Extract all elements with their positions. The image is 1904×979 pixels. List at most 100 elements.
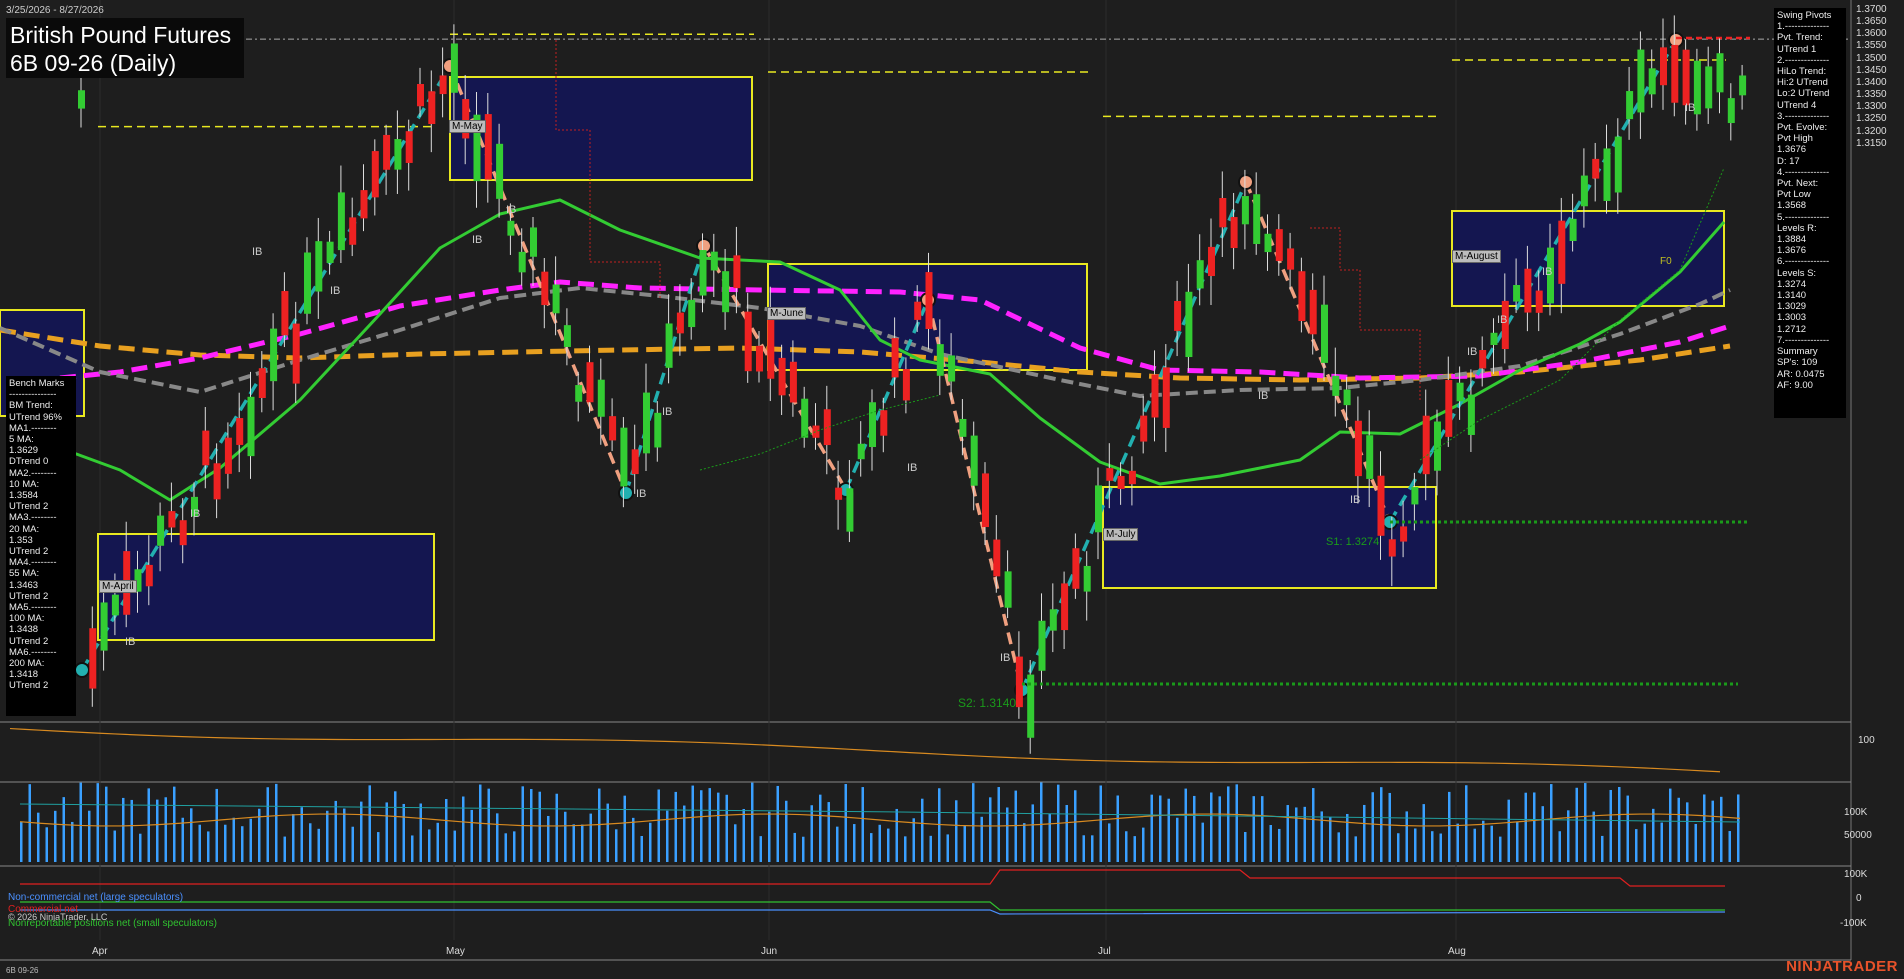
panel-line: Levels S:: [1777, 267, 1817, 279]
candle-body: [111, 594, 119, 616]
candle-body: [281, 291, 289, 336]
volume-bar: [1252, 796, 1255, 862]
panel-line: Pvt Low: [1777, 189, 1811, 201]
volume-bar: [1031, 804, 1034, 862]
volume-bar: [1363, 804, 1366, 862]
candle-body: [891, 338, 899, 378]
volume-bar: [1014, 790, 1017, 862]
candle-body: [789, 361, 797, 403]
candle-body: [914, 301, 922, 320]
volume-bar: [326, 810, 329, 862]
volume-bar: [496, 813, 499, 862]
candle-body: [925, 272, 933, 330]
panel-line: SP's: 109: [1777, 357, 1818, 369]
candle-body: [1253, 194, 1261, 244]
volume-bar: [861, 787, 864, 862]
candle-body: [744, 311, 752, 372]
volume-bar: [1652, 808, 1655, 862]
volume-bar: [156, 799, 159, 862]
candle-body: [315, 241, 323, 292]
candle-body: [767, 312, 775, 379]
time-tick-label: Jul: [1098, 946, 1111, 957]
inside-bar-label: IB: [907, 462, 918, 474]
volume-bar: [1184, 788, 1187, 862]
volume-bar: [300, 807, 303, 862]
volume-bar: [113, 830, 116, 862]
candle-body: [157, 515, 165, 546]
volume-bar: [853, 824, 856, 862]
price-tick-label: 1.3550: [1856, 40, 1887, 52]
price-chart-canvas[interactable]: [0, 0, 1904, 979]
panel-line: UTrend 2: [9, 546, 49, 558]
volume-bar: [717, 792, 720, 862]
volume-bar: [368, 785, 371, 862]
panel-line: UTrend 2: [9, 501, 49, 513]
time-tick-label: Aug: [1448, 946, 1466, 957]
volume-bar: [181, 817, 184, 862]
swing-pivot-marker: [618, 485, 634, 501]
candle-body: [439, 75, 447, 95]
candle-body: [688, 299, 696, 328]
candle-body: [1083, 565, 1091, 592]
inside-bar-label: IB: [330, 285, 341, 297]
volume-axis-50k: 50000: [1844, 830, 1872, 841]
volume-bar: [445, 799, 448, 862]
volume-bar: [1227, 786, 1230, 862]
month-label-may: M-May: [449, 120, 486, 133]
panel-line: UTrend 4: [1777, 99, 1817, 111]
volume-bar: [1397, 833, 1400, 862]
volume-bar: [1099, 785, 1102, 862]
candle-body: [1140, 415, 1148, 442]
volume-bar: [1006, 807, 1009, 862]
volume-bar: [1694, 823, 1697, 862]
inside-bar-label: IB: [1350, 494, 1361, 506]
panel-line: 2.--------------: [1777, 54, 1830, 66]
volume-bar: [96, 783, 99, 862]
candle-body: [1603, 148, 1611, 201]
candle-body: [801, 398, 809, 438]
candle-body: [349, 217, 357, 245]
panel-line: Pvt High: [1777, 133, 1813, 145]
volume-bar: [1244, 831, 1247, 862]
cot-axis-0: 0: [1856, 893, 1862, 904]
panel-line: 10 MA:: [9, 478, 40, 490]
candle-body: [1015, 656, 1023, 708]
candle-body: [1219, 198, 1227, 228]
volume-bar: [1635, 829, 1638, 862]
candle-body: [394, 139, 402, 170]
candle-body: [733, 255, 741, 289]
candle-body: [575, 385, 583, 402]
panel-line: 1.3029: [1777, 301, 1807, 313]
candle-body: [1569, 218, 1577, 242]
footer-symbol: 6B 09-26: [6, 966, 39, 975]
panel-line: 1.3629: [9, 445, 39, 457]
volume-bar: [972, 783, 975, 862]
candle-body: [1106, 468, 1114, 481]
candle-body: [1377, 475, 1385, 536]
price-tick-label: 1.3600: [1856, 28, 1887, 40]
volume-bar: [1618, 786, 1621, 862]
panel-line: Lo:2 UTrend: [1777, 88, 1830, 100]
candle-body: [530, 227, 537, 257]
candle-body: [1309, 289, 1317, 335]
panel-line: MA3.--------: [9, 512, 57, 524]
volume-bar: [708, 788, 711, 862]
candle-body: [722, 271, 730, 313]
candle-body: [405, 131, 413, 163]
candle-body: [1467, 394, 1475, 435]
volume-bar: [895, 808, 898, 862]
inside-bar-label: IB: [1497, 314, 1508, 326]
panel-line: 1.353: [9, 534, 33, 546]
volume-bar: [1091, 835, 1094, 862]
volume-bar: [1108, 823, 1111, 862]
volume-bar: [1023, 823, 1026, 862]
oscillator-line: [9, 727, 1721, 773]
volume-bar: [1278, 828, 1281, 862]
candle-body: [880, 410, 888, 436]
volume-bar: [1686, 802, 1689, 862]
panel-line: 3.--------------: [1777, 110, 1830, 122]
volume-bar: [1431, 831, 1434, 862]
panel-line: 1.3676: [1777, 245, 1807, 257]
volume-bar: [1592, 811, 1595, 862]
candle-body: [1332, 375, 1340, 396]
